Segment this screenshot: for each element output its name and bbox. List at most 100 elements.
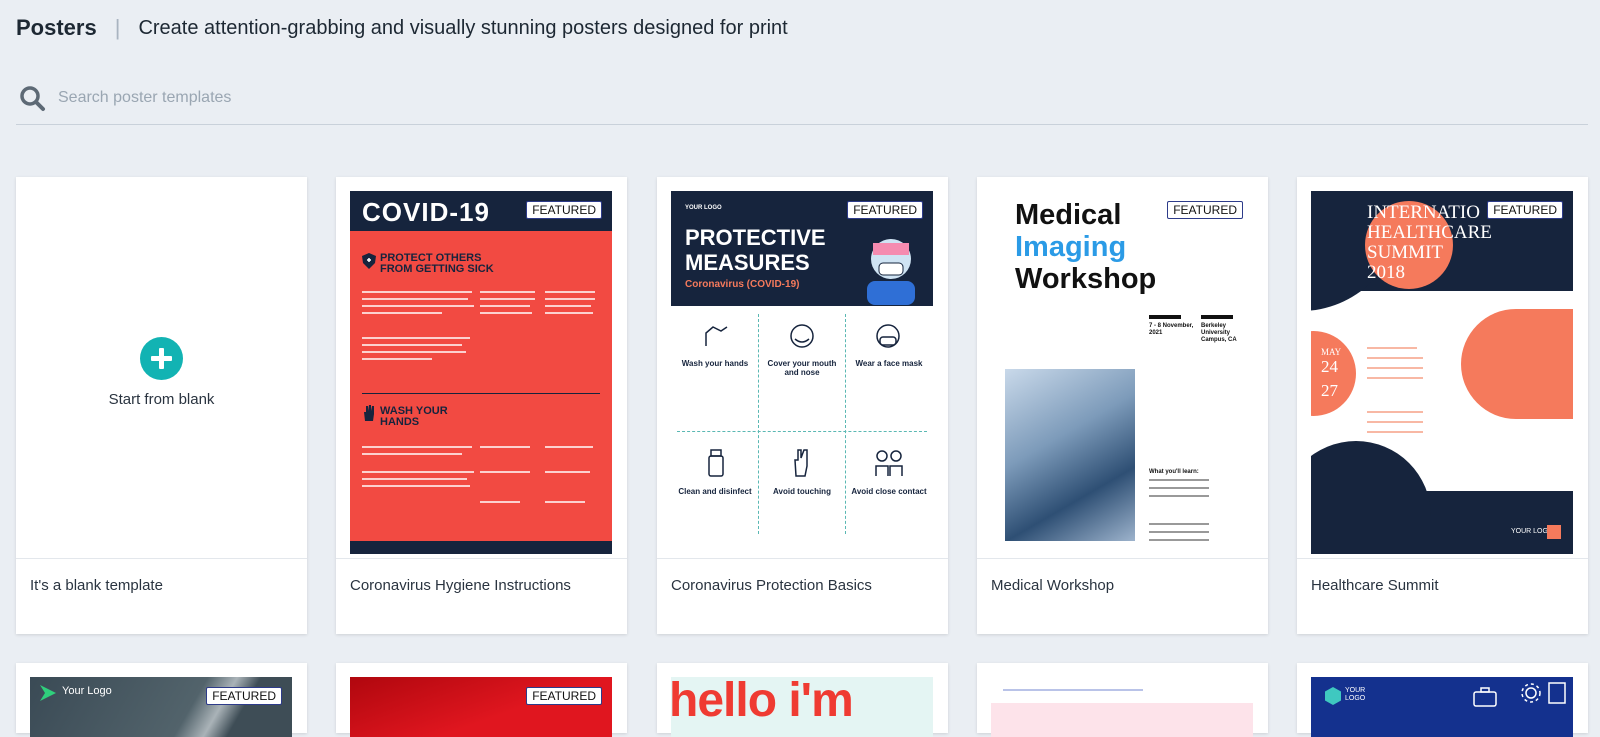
poster-title: Medical Imaging Workshop [1015,199,1156,295]
poster-thumbnail[interactable]: FEATURED [350,677,612,737]
template-card-coronavirus-hygiene[interactable]: COVID-19 PROTECT OTHERS FROM GETTING SIC… [336,177,627,634]
template-card[interactable] [977,663,1268,737]
text-line [480,312,532,314]
template-card[interactable]: hello i'm [657,663,948,737]
text-line [362,351,466,353]
text-line [480,298,535,300]
poster-thumbnail[interactable]: Your Logo FEATURED [30,677,292,737]
poster-title-line: Medical [1015,199,1122,231]
text-line [545,446,593,448]
divider-line [362,393,600,394]
text-line [480,305,530,307]
grid-line [677,431,927,432]
text-line [1367,347,1417,349]
text-line [480,291,535,293]
cell-title: Clean and disinfect [678,487,752,496]
poster-thumbnail[interactable]: COVID-19 PROTECT OTHERS FROM GETTING SIC… [350,191,612,554]
text-line [1367,431,1423,433]
gear-icon [1521,683,1541,703]
plus-icon[interactable] [140,337,183,380]
text-line [362,358,432,360]
featured-badge: FEATURED [206,687,282,705]
poster-title-line: Workshop [1015,263,1157,295]
poster-thumbnail[interactable]: YOUR LOGO [1311,677,1573,737]
template-card-medical-workshop[interactable]: Medical Imaging Workshop 7 - 8 November,… [977,177,1268,634]
text-line [362,471,474,473]
document-icon [1548,682,1566,704]
poster-venue: Berkeley University Campus, CA [1201,323,1237,343]
page-subtitle: Create attention-grabbing and visually s… [138,16,788,39]
card-title: Medical Workshop [991,577,1115,594]
template-card-coronavirus-protection[interactable]: YOUR LOGO PROTECTIVE MEASURES Coronaviru… [657,177,948,634]
person-mask-icon [867,239,915,305]
text-line [362,478,467,480]
card-divider [977,558,1268,559]
text-line [362,291,472,293]
logo-arrow-icon [40,685,56,701]
cell-title: Wear a face mask [855,359,923,368]
poster-logo: YOUR LOGO [1345,687,1366,702]
title-separator: | [114,15,121,40]
cell-title: Avoid close contact [851,487,927,496]
featured-badge: FEATURED [526,201,602,219]
building-image [1005,369,1135,541]
text-line [1149,523,1209,525]
template-card[interactable]: FEATURED [336,663,627,737]
poster-day: 27 [1321,381,1338,400]
text-line [480,446,530,448]
text-line [545,501,585,503]
poster-logo: YOUR LOGO [685,205,722,211]
poster-thumbnail[interactable]: INTERNATIO HEALTHCARE SUMMIT 2018 MAY 24… [1311,191,1573,554]
wash-hands-icon [705,326,728,346]
text-line [545,305,591,307]
featured-badge: FEATURED [1487,201,1563,219]
hexagon-logo-icon [1325,687,1341,705]
poster-thumbnail[interactable]: Medical Imaging Workshop 7 - 8 November,… [991,191,1253,554]
card-divider [336,558,627,559]
search-input[interactable] [56,84,660,112]
poster-thumbnail[interactable]: YOUR LOGO PROTECTIVE MEASURES Coronaviru… [671,191,933,554]
text-line [545,312,593,314]
template-card[interactable]: Your Logo FEATURED [16,663,307,737]
card-title: Healthcare Summit [1311,577,1439,594]
text-line [1367,367,1423,369]
card-divider [657,558,948,559]
start-from-blank-label: Start from blank [108,391,215,408]
poster-shape [1461,309,1573,419]
text-line [362,453,462,455]
blank-template-card[interactable]: Start from blank It's a blank template [16,177,307,634]
card-divider [16,558,307,559]
featured-badge: FEATURED [1167,201,1243,219]
text-line [545,298,595,300]
text-line [1149,531,1209,533]
card-title: Coronavirus Hygiene Instructions [350,577,571,594]
logo-square [1547,525,1561,539]
search-icon[interactable] [18,84,46,112]
text-line [362,337,470,339]
text-line [1149,479,1209,481]
poster-footer-band [350,541,612,554]
poster-month: MAY [1321,347,1342,357]
grid-line [845,314,846,534]
text-line [362,344,462,346]
template-card-healthcare-summit[interactable]: INTERNATIO HEALTHCARE SUMMIT 2018 MAY 24… [1297,177,1588,634]
template-card[interactable]: YOUR LOGO [1297,663,1588,737]
poster-thumbnail[interactable]: hello i'm [671,677,933,737]
text-line [1003,689,1143,691]
cell-title: Wash your hands [681,359,749,368]
hand-icon [364,405,374,421]
poster-title-line: SUMMIT [1367,242,1444,263]
text-line [480,501,520,503]
poster-thumbnail[interactable] [991,677,1253,737]
shield-icon [362,253,376,269]
poster-background [350,677,612,737]
text-line [362,305,474,307]
poster-title-line: MEASURES [685,250,810,275]
text-line [545,291,595,293]
face-icon [790,324,814,348]
poster-title: PROTECTIVE MEASURES [685,225,826,275]
accent-bar [1149,315,1181,319]
text-line [362,446,472,448]
no-touch-hand-icon [794,449,808,477]
poster-title-line: HEALTHCARE [1367,222,1492,243]
